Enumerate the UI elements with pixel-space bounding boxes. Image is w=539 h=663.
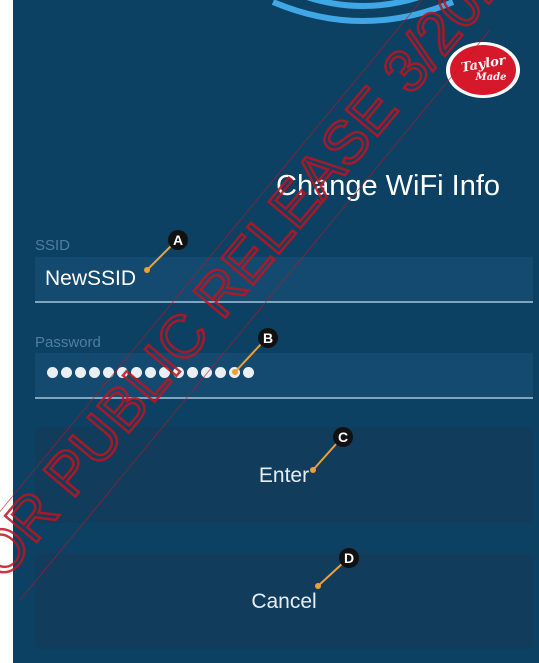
password-dot <box>117 367 128 378</box>
page-title: Change WiFi Info <box>276 170 501 202</box>
password-dot <box>103 367 114 378</box>
password-label: Password <box>35 334 101 351</box>
taylormade-logo: Taylor Made <box>446 42 520 98</box>
ssid-input[interactable] <box>35 257 533 301</box>
password-dot <box>159 367 170 378</box>
password-mask <box>47 367 254 381</box>
password-dot <box>89 367 100 378</box>
cancel-button-label: Cancel <box>251 590 317 613</box>
logo-text-made: Made <box>475 71 507 83</box>
password-dot <box>187 367 198 378</box>
password-dot <box>61 367 72 378</box>
password-dot <box>201 367 212 378</box>
password-dot <box>229 367 240 378</box>
wifi-signal-icon <box>271 0 455 24</box>
password-dot <box>215 367 226 378</box>
password-dot <box>75 367 86 378</box>
ssid-label: SSID <box>35 237 71 254</box>
enter-button-label: Enter <box>258 464 310 487</box>
cancel-button[interactable]: Cancel <box>35 553 533 649</box>
password-dot <box>173 367 184 378</box>
password-field[interactable] <box>35 353 533 399</box>
app-screen: Taylor Made Change WiFi Info SSID Passwo… <box>13 0 539 663</box>
ssid-field-container <box>35 257 533 303</box>
password-dot <box>47 367 58 378</box>
password-dot <box>243 367 254 378</box>
enter-button[interactable]: Enter <box>35 427 533 523</box>
left-edge-strip <box>0 0 13 663</box>
password-dot <box>131 367 142 378</box>
password-dot <box>145 367 156 378</box>
